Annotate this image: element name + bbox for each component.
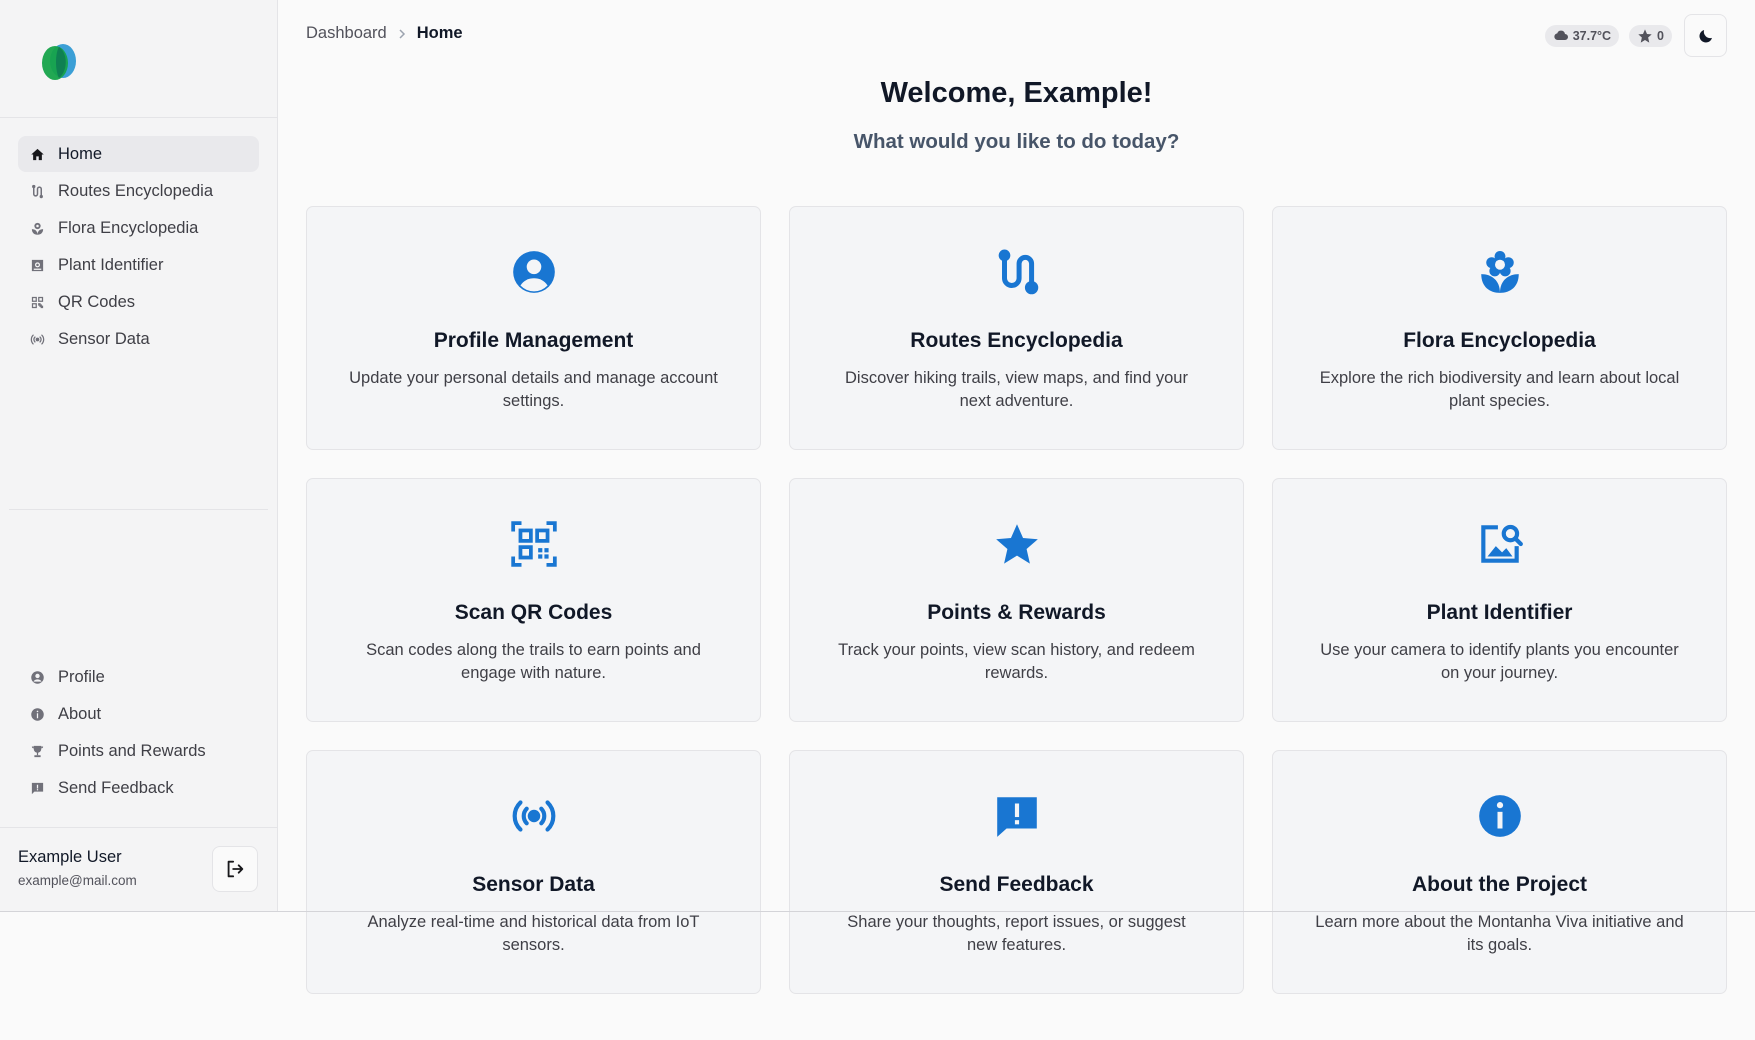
user-panel: Example User example@mail.com (0, 827, 277, 911)
star-icon (995, 524, 1038, 564)
route-icon (998, 249, 1038, 295)
sidebar-item-label: Flora Encyclopedia (58, 218, 199, 237)
card-scan-qr-codes[interactable]: Scan QR Codes Scan codes along the trail… (306, 478, 761, 722)
chevron-right-icon (396, 28, 408, 40)
points-badge[interactable]: 0 (1629, 24, 1672, 47)
user-circle-icon (512, 251, 555, 293)
qr-code-scan-icon (510, 521, 557, 567)
feedback-icon (29, 780, 45, 796)
cloud-icon (1554, 30, 1568, 40)
card-description: Analyze real-time and historical data fr… (367, 913, 700, 954)
feedback-icon (996, 797, 1037, 837)
card-description: Learn more about the Montanha Viva initi… (1315, 913, 1684, 954)
logout-icon (227, 860, 244, 878)
card-description: Track your points, view scan history, an… (838, 641, 1195, 682)
flower-icon (29, 220, 45, 236)
points-value: 0 (1657, 28, 1664, 43)
sidebar-item-flora-encyclopedia[interactable]: Flora Encyclopedia (18, 210, 259, 246)
card-title: Send Feedback (939, 873, 1094, 896)
weather-badge[interactable]: 37.7°C (1544, 24, 1620, 47)
logout-button[interactable] (212, 846, 258, 892)
card-description: Use your camera to identify plants you e… (1320, 641, 1679, 682)
info-icon (1478, 795, 1521, 837)
sidebar-item-label: QR Codes (58, 292, 136, 311)
sidebar-item-about[interactable]: About (18, 696, 259, 732)
card-title: Plant Identifier (1426, 601, 1573, 624)
card-title: Scan QR Codes (454, 601, 613, 624)
user-circle-icon (29, 669, 45, 685)
sidebar-item-label: About (58, 704, 102, 723)
card-description: Update your personal details and manage … (349, 369, 718, 410)
card-description: Scan codes along the trails to earn poin… (366, 641, 701, 682)
card-title: Points & Rewards (927, 601, 1106, 624)
moon-icon (1698, 29, 1712, 43)
theme-toggle-button[interactable] (1684, 14, 1727, 57)
sidebar-item-sensor-data[interactable]: Sensor Data (18, 321, 259, 357)
breadcrumb: Dashboard Home (306, 24, 463, 43)
sidebar-item-profile[interactable]: Profile (18, 659, 259, 695)
sidebar-item-label: Profile (58, 667, 105, 686)
card-plant-identifier[interactable]: Plant Identifier Use your camera to iden… (1272, 478, 1727, 722)
temperature-value: 37.7°C (1572, 28, 1612, 43)
star-icon (1638, 28, 1652, 43)
info-icon (29, 706, 45, 722)
logo-area (0, 0, 277, 118)
breadcrumb-current: Home (416, 24, 463, 42)
sidebar-item-label: Sensor Data (58, 329, 150, 348)
sidebar-divider (9, 509, 268, 510)
welcome-title: Welcome, Example! (880, 77, 1153, 109)
welcome-subtitle: What would you like to do today? (853, 130, 1180, 153)
card-about-the-project[interactable]: About the Project Learn more about the M… (1272, 750, 1727, 994)
sidebar-item-label: Home (58, 144, 103, 163)
card-description: Discover hiking trails, view maps, and f… (845, 369, 1188, 410)
image-search-icon (1480, 524, 1523, 563)
flower-icon (1480, 250, 1519, 293)
card-description: Share your thoughts, report issues, or s… (847, 913, 1186, 954)
card-flora-encyclopedia[interactable]: Flora Encyclopedia Explore the rich biod… (1272, 206, 1727, 450)
card-send-feedback[interactable]: Send Feedback Share your thoughts, repor… (789, 750, 1244, 994)
sidebar-item-home[interactable]: Home (18, 136, 259, 172)
card-points-rewards[interactable]: Points & Rewards Track your points, view… (789, 478, 1244, 722)
sidebar: Home Routes Encyclopedia Flora Encyclope… (0, 0, 278, 911)
sidebar-secondary-nav: Profile About Points and Rewards Send Fe… (18, 659, 259, 807)
header-actions: 37.7°C 0 (1544, 14, 1727, 57)
sensor-icon (29, 331, 45, 347)
card-title: About the Project (1411, 873, 1587, 896)
card-title: Sensor Data (472, 873, 595, 896)
user-name: Example User (18, 848, 122, 866)
sensor-icon (512, 800, 555, 832)
card-description: Explore the rich biodiversity and learn … (1319, 369, 1680, 410)
sidebar-item-label: Routes Encyclopedia (58, 181, 214, 200)
app-logo[interactable] (40, 43, 80, 81)
sidebar-item-send-feedback[interactable]: Send Feedback (18, 770, 259, 806)
scan-image-icon (29, 257, 45, 273)
sidebar-item-plant-identifier[interactable]: Plant Identifier (18, 247, 259, 283)
card-profile-management[interactable]: Profile Management Update your personal … (306, 206, 761, 450)
card-sensor-data[interactable]: Sensor Data Analyze real-time and histor… (306, 750, 761, 994)
route-icon (29, 183, 45, 199)
sidebar-item-qr-codes[interactable]: QR Codes (18, 284, 259, 320)
trophy-icon (29, 743, 45, 759)
card-title: Profile Management (433, 329, 634, 352)
sidebar-item-label: Plant Identifier (58, 255, 164, 274)
sidebar-item-label: Send Feedback (58, 778, 174, 797)
card-title: Routes Encyclopedia (910, 329, 1123, 352)
sidebar-item-routes-encyclopedia[interactable]: Routes Encyclopedia (18, 173, 259, 209)
sidebar-main-nav: Home Routes Encyclopedia Flora Encyclope… (0, 118, 277, 357)
card-routes-encyclopedia[interactable]: Routes Encyclopedia Discover hiking trai… (789, 206, 1244, 450)
card-title: Flora Encyclopedia (1403, 329, 1596, 352)
breadcrumb-dashboard-link[interactable]: Dashboard (306, 24, 387, 43)
home-icon (29, 146, 45, 162)
sidebar-item-label: Points and Rewards (58, 741, 206, 760)
user-email: example@mail.com (18, 873, 137, 888)
qr-code-icon (29, 294, 45, 310)
sidebar-item-points-and-rewards[interactable]: Points and Rewards (18, 733, 259, 769)
